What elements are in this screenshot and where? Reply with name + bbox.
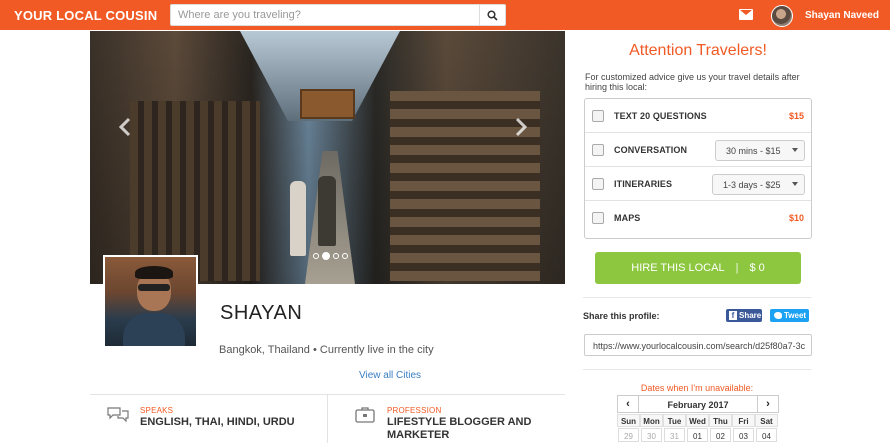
service-row-conversation: CONVERSATION 30 mins - $15 [585, 133, 811, 167]
itineraries-select[interactable]: 1-3 days - $25 [712, 174, 805, 195]
calendar-day[interactable]: 02 [710, 428, 731, 442]
profile-url-field[interactable]: https://www.yourlocalcousin.com/search/d… [584, 334, 812, 356]
service-label: TEXT 20 QUESTIONS [614, 111, 707, 121]
search-icon [487, 9, 498, 21]
speaks-value: ENGLISH, THAI, HINDI, URDU [140, 416, 295, 428]
calendar-day[interactable]: 30 [641, 428, 662, 442]
service-price: $10 [788, 213, 804, 223]
conversation-checkbox[interactable] [592, 144, 604, 156]
weekday-header: Tue [663, 414, 686, 427]
photo-carousel [90, 31, 565, 284]
carousel-dot-active[interactable] [322, 252, 330, 260]
divider [583, 297, 811, 298]
service-row-itineraries: ITINERARIES 1-3 days - $25 [585, 167, 811, 201]
share-label: Share this profile: [583, 311, 660, 321]
weekday-header: Fri [732, 414, 755, 427]
chevron-right-icon: › [766, 398, 770, 410]
unavailable-dates-label: Dates when I'm unavailable: [640, 383, 754, 393]
itineraries-checkbox[interactable] [592, 178, 604, 190]
carousel-dot[interactable] [333, 253, 339, 259]
facebook-share-label: Share [739, 311, 762, 320]
hire-total: $ 0 [749, 262, 765, 274]
calendar-day[interactable]: 04 [756, 428, 777, 442]
speech-bubbles-icon [107, 407, 129, 422]
attention-title: Attention Travelers! [629, 42, 767, 59]
carousel-prev-icon[interactable] [117, 117, 133, 137]
select-value: 1-3 days - $25 [723, 180, 781, 190]
divider [583, 369, 811, 370]
service-price: $15 [788, 111, 804, 121]
hire-separator: | [735, 262, 739, 274]
calendar-prev-button[interactable]: ‹ [617, 395, 639, 413]
calendar-day[interactable]: 01 [687, 428, 708, 442]
chevron-left-icon: ‹ [626, 398, 630, 410]
calendar-next-button[interactable]: › [757, 395, 779, 413]
tweet-label: Tweet [784, 311, 807, 320]
search-button[interactable] [479, 5, 505, 25]
chevron-down-icon [792, 148, 798, 152]
hire-label: HIRE THIS LOCAL [631, 262, 725, 274]
advice-note: For customized advice give us your trave… [585, 72, 800, 92]
conversation-select[interactable]: 30 mins - $15 [715, 140, 805, 161]
hire-button[interactable]: HIRE THIS LOCAL | $ 0 [595, 252, 801, 284]
carousel-indicators [313, 252, 348, 260]
weekday-header: Sun [617, 414, 640, 427]
divider [327, 395, 328, 443]
weekday-header: Sat [755, 414, 778, 427]
twitter-bird-icon [774, 312, 782, 319]
search-bar [170, 4, 506, 26]
service-label: CONVERSATION [614, 145, 688, 155]
calendar-day[interactable]: 03 [733, 428, 754, 442]
top-navbar: YOUR LOCAL COUSIN Shayan Naveed [0, 0, 890, 30]
search-input[interactable] [171, 5, 481, 25]
profile-location: Bangkok, Thailand • Currently live in th… [219, 344, 434, 356]
calendar-day[interactable]: 29 [618, 428, 639, 442]
weekday-header: Wed [686, 414, 709, 427]
facebook-share-button[interactable]: f Share [726, 309, 762, 322]
facebook-icon: f [729, 311, 737, 320]
user-name[interactable]: Shayan Naveed [805, 10, 879, 21]
view-all-cities-link[interactable]: View all Cities [359, 370, 421, 381]
mail-icon[interactable] [739, 9, 753, 20]
weekday-header: Thu [709, 414, 732, 427]
profile-name: SHAYAN [220, 302, 303, 324]
carousel-dot[interactable] [313, 253, 319, 259]
calendar: ‹ February 2017 › Sun Mon Tue Wed Thu Fr… [617, 395, 779, 443]
profile-photo [103, 255, 198, 348]
profession-value-line1: LIFESTYLE BLOGGER AND [387, 416, 532, 428]
maps-checkbox[interactable] [592, 212, 604, 224]
service-row-maps: MAPS $10 [585, 201, 811, 235]
calendar-month: February 2017 [639, 395, 757, 413]
weekday-header: Mon [640, 414, 663, 427]
twitter-tweet-button[interactable]: Tweet [770, 309, 809, 322]
text-questions-checkbox[interactable] [592, 110, 604, 122]
services-panel: TEXT 20 QUESTIONS $15 CONVERSATION 30 mi… [584, 98, 812, 239]
service-label: ITINERARIES [614, 179, 673, 189]
chevron-down-icon [792, 182, 798, 186]
calendar-day[interactable]: 31 [664, 428, 685, 442]
service-row-text-questions: TEXT 20 QUESTIONS $15 [585, 99, 811, 133]
brand-logo[interactable]: YOUR LOCAL COUSIN [14, 8, 157, 23]
select-value: 30 mins - $15 [726, 146, 781, 156]
carousel-next-icon[interactable] [513, 117, 529, 137]
carousel-dot[interactable] [342, 253, 348, 259]
avatar[interactable] [771, 5, 793, 27]
briefcase-icon [355, 407, 375, 423]
speaks-label: SPEAKS [140, 406, 174, 415]
profession-value-line2: MARKETER [387, 429, 450, 441]
service-label: MAPS [614, 213, 641, 223]
profession-label: PROFESSION [387, 406, 442, 415]
